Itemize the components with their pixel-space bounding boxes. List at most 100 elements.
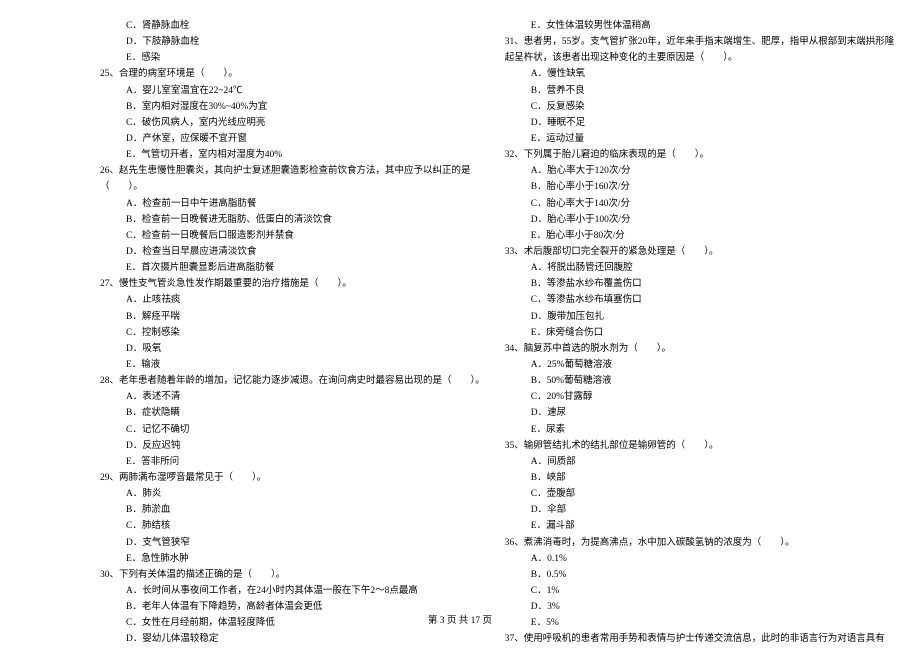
option-line: E．气管切开者，室内相对湿度为40% xyxy=(100,147,485,163)
question-line: 25、合理的病室环境是（ ）。 xyxy=(100,66,485,82)
question-number: 29、 xyxy=(100,473,119,483)
option-line: E．尿素 xyxy=(505,422,895,438)
option-line: D．检查当日早晨应进清淡饮食 xyxy=(100,244,485,260)
option-line: E．答非所问 xyxy=(100,454,485,470)
option-line: A．检查前一日中午进高脂肪餐 xyxy=(100,196,485,212)
option-line: A．长时间从事夜间工作者，在24小时内其体温一般在下午2～8点最高 xyxy=(100,583,485,599)
option-line: A．将脱出肠管还回腹腔 xyxy=(505,260,895,276)
question-number: 28、 xyxy=(100,376,119,386)
option-line: D．婴幼儿体温较稳定 xyxy=(100,631,485,647)
option-line: C．壶腹部 xyxy=(505,486,895,502)
option-line: D．产休室，应保暖不宜开窗 xyxy=(100,131,485,147)
option-line: E．急性肺水肿 xyxy=(100,551,485,567)
option-line: E．漏斗部 xyxy=(505,518,895,534)
question-line: 36、煮沸消毒时，为提高沸点，水中加入碳酸氢钠的浓度为（ ）。 xyxy=(505,535,895,551)
question-number: 25、 xyxy=(100,69,119,79)
option-line: D．伞部 xyxy=(505,502,895,518)
option-line: C．检查前一日晚餐后口服造影剂并禁食 xyxy=(100,228,485,244)
option-line: E．首次摄片胆囊显影后进高脂肪餐 xyxy=(100,260,485,276)
question-text: 输卵管结扎术的结扎部位是输卵管的（ ）。 xyxy=(524,441,719,451)
option-line: A．止咳祛痰 xyxy=(100,292,485,308)
option-line: A．表述不清 xyxy=(100,389,485,405)
question-line: 30、下列有关体温的描述正确的是（ ）。 xyxy=(100,567,485,583)
option-line: A．间质部 xyxy=(505,454,895,470)
question-line: 33、术后腹部切口完全裂开的紧急处理是（ ）。 xyxy=(505,244,895,260)
option-line: B．50%葡萄糖溶液 xyxy=(505,373,895,389)
page-content: C．肾静脉血栓D．下肢静脉血栓E．感染25、合理的病室环境是（ ）。A．婴儿室室… xyxy=(0,0,920,647)
question-number: 34、 xyxy=(505,344,524,354)
question-text: 患者男，55岁。支气管扩张20年，近年来手指末端增生、肥厚，指甲从根部到末端拱形… xyxy=(524,37,895,47)
question-text: 使用呼吸机的患者常用手势和表情与护士传递交流信息，此时的非语言行为对语言具有 xyxy=(524,634,885,644)
option-line: E．床旁缝合伤口 xyxy=(505,325,895,341)
question-text: 赵先生患慢性胆囊炎，其向护士复述胆囊造影检查前饮食方法，其中应予以纠正的是 xyxy=(119,166,471,176)
question-text: 下列有关体温的描述正确的是（ ）。 xyxy=(119,570,285,580)
page-footer: 第 3 页 共 17 页 xyxy=(0,612,920,626)
option-line: D．下肢静脉血栓 xyxy=(100,34,485,50)
question-number: 33、 xyxy=(505,247,524,257)
option-line: C．记忆不确切 xyxy=(100,422,485,438)
question-line: 31、患者男，55岁。支气管扩张20年，近年来手指末端增生、肥厚，指甲从根部到末… xyxy=(505,34,895,50)
option-line: C．反复感染 xyxy=(505,99,895,115)
option-line: E．感染 xyxy=(100,50,485,66)
question-text: 慢性支气管炎急性发作期最重要的治疗措施是（ ）。 xyxy=(119,279,352,289)
option-line: D．支气管狭窄 xyxy=(100,535,485,551)
option-line: C．胎心率大于140次/分 xyxy=(505,196,895,212)
option-line: A．肺炎 xyxy=(100,486,485,502)
question-line: 35、输卵管结扎术的结扎部位是输卵管的（ ）。 xyxy=(505,438,895,454)
option-line: A．婴儿室室温宜在22~24℃ xyxy=(100,83,485,99)
question-text: 脑复苏中首选的脱水剂为（ ）。 xyxy=(524,344,671,354)
question-text: 煮沸消毒时，为提高沸点，水中加入碳酸氢钠的浓度为（ ）。 xyxy=(524,538,795,548)
option-line: C．20%甘露醇 xyxy=(505,389,895,405)
option-line: B．检查前一日晚餐进无脂肪、低蛋白的清淡饮食 xyxy=(100,212,485,228)
option-line: C．等渗盐水纱布填塞伤口 xyxy=(505,292,895,308)
question-line: 26、赵先生患慢性胆囊炎，其向护士复述胆囊造影检查前饮食方法，其中应予以纠正的是 xyxy=(100,163,485,179)
question-text: 下列属于胎儿窘迫的临床表现的是（ ）。 xyxy=(524,150,709,160)
question-continuation: （ ）。 xyxy=(100,179,485,195)
option-line: C．1% xyxy=(505,583,895,599)
option-line: D．速尿 xyxy=(505,405,895,421)
option-line: A．胎心率大于120次/分 xyxy=(505,163,895,179)
option-line: B．胎心率小于160次/分 xyxy=(505,179,895,195)
question-number: 31、 xyxy=(505,37,524,47)
option-line: D．腹带加压包扎 xyxy=(505,309,895,325)
question-line: 37、使用呼吸机的患者常用手势和表情与护士传递交流信息，此时的非语言行为对语言具… xyxy=(505,631,895,647)
option-line: E．女性体温较男性体温稍高 xyxy=(505,18,895,34)
question-number: 30、 xyxy=(100,570,119,580)
question-text: 术后腹部切口完全裂开的紧急处理是（ ）。 xyxy=(524,247,719,257)
option-line: B．肺淤血 xyxy=(100,502,485,518)
question-text: 老年患者随着年龄的增加，记忆能力逐步减退。在询问病史时最容易出现的是（ ）。 xyxy=(119,376,485,386)
option-line: B．峡部 xyxy=(505,470,895,486)
question-text: 两肺满布湿啰音最常见于（ ）。 xyxy=(119,473,266,483)
question-number: 26、 xyxy=(100,166,119,176)
option-line: E．胎心率小于80次/分 xyxy=(505,228,895,244)
right-column: E．女性体温较男性体温稍高31、患者男，55岁。支气管扩张20年，近年来手指末端… xyxy=(505,18,895,647)
question-line: 28、老年患者随着年龄的增加，记忆能力逐步减退。在询问病史时最容易出现的是（ ）… xyxy=(100,373,485,389)
question-line: 29、两肺满布湿啰音最常见于（ ）。 xyxy=(100,470,485,486)
option-line: E．输液 xyxy=(100,357,485,373)
option-line: C．肺结核 xyxy=(100,518,485,534)
option-line: B．症状隐瞒 xyxy=(100,405,485,421)
option-line: D．反应迟钝 xyxy=(100,438,485,454)
question-number: 37、 xyxy=(505,634,524,644)
question-number: 27、 xyxy=(100,279,119,289)
option-line: D．吸氧 xyxy=(100,341,485,357)
question-number: 36、 xyxy=(505,538,524,548)
left-column: C．肾静脉血栓D．下肢静脉血栓E．感染25、合理的病室环境是（ ）。A．婴儿室室… xyxy=(100,18,485,647)
option-line: B．等渗盐水纱布覆盖伤口 xyxy=(505,276,895,292)
option-line: D．睡眠不足 xyxy=(505,115,895,131)
option-line: B．解痉平喘 xyxy=(100,309,485,325)
question-number: 35、 xyxy=(505,441,524,451)
question-line: 32、下列属于胎儿窘迫的临床表现的是（ ）。 xyxy=(505,147,895,163)
question-continuation: 起呈杵状，该患者出现这种变化的主要原因是（ ）。 xyxy=(505,50,895,66)
option-line: C．肾静脉血栓 xyxy=(100,18,485,34)
question-line: 27、慢性支气管炎急性发作期最重要的治疗措施是（ ）。 xyxy=(100,276,485,292)
option-line: E．运动过量 xyxy=(505,131,895,147)
question-text: 合理的病室环境是（ ）。 xyxy=(119,69,238,79)
option-line: D．胎心率小于100次/分 xyxy=(505,212,895,228)
option-line: C．控制感染 xyxy=(100,325,485,341)
option-line: B．室内相对湿度在30%~40%为宜 xyxy=(100,99,485,115)
question-line: 34、脑复苏中首选的脱水剂为（ ）。 xyxy=(505,341,895,357)
option-line: A．0.1% xyxy=(505,551,895,567)
option-line: C．破伤风病人，室内光线应明亮 xyxy=(100,115,485,131)
option-line: B．0.5% xyxy=(505,567,895,583)
